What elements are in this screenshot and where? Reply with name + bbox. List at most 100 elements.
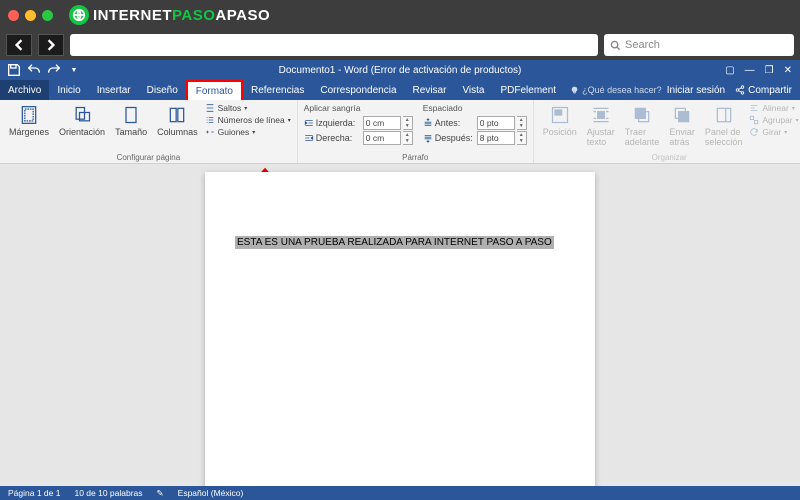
breaks-button[interactable]: Saltos▾ bbox=[205, 103, 291, 113]
columns-label: Columnas bbox=[157, 127, 198, 137]
group-page-setup-title: Configurar página bbox=[6, 152, 291, 162]
indent-left-field: Izquierda: 0 cm ▲▼ bbox=[304, 116, 413, 130]
tell-me[interactable]: ¿Qué desea hacer? bbox=[570, 80, 662, 100]
rotate-button[interactable]: Girar▾ bbox=[749, 127, 798, 137]
group-button[interactable]: Agrupar▾ bbox=[749, 115, 798, 125]
breaks-icon bbox=[205, 103, 215, 113]
indent-left-spinner[interactable]: ▲▼ bbox=[403, 116, 413, 130]
status-language[interactable]: Español (México) bbox=[178, 488, 244, 498]
ribbon-tabs: Archivo Inicio Insertar Diseño Formato R… bbox=[0, 80, 800, 100]
minimize-traffic-light[interactable] bbox=[25, 10, 36, 21]
status-page[interactable]: Página 1 de 1 bbox=[8, 488, 60, 498]
tab-mailings[interactable]: Correspondencia bbox=[312, 80, 404, 100]
browser-navbar: Search bbox=[0, 30, 800, 60]
share-icon bbox=[735, 85, 745, 95]
search-box[interactable]: Search bbox=[604, 34, 794, 56]
position-button[interactable]: Posición bbox=[540, 103, 580, 149]
group-label: Agrupar bbox=[762, 115, 792, 125]
front-icon bbox=[632, 105, 652, 125]
line-numbers-button[interactable]: Números de línea▾ bbox=[205, 115, 291, 125]
back-label: Enviar atrás bbox=[669, 127, 695, 147]
tab-pdfelement[interactable]: PDFelement bbox=[493, 80, 565, 100]
close-button[interactable]: ✕ bbox=[784, 65, 792, 76]
maximize-traffic-light[interactable] bbox=[42, 10, 53, 21]
spacing-before-field: Antes: 0 pto ▲▼ bbox=[423, 116, 527, 130]
tab-design[interactable]: Diseño bbox=[139, 80, 186, 100]
wrap-text-button[interactable]: Ajustar texto bbox=[584, 103, 618, 149]
tab-file[interactable]: Archivo bbox=[0, 80, 49, 100]
spacing-after-field: Después: 8 pto ▲▼ bbox=[423, 131, 527, 145]
bulb-icon bbox=[570, 86, 579, 95]
selection-pane-button[interactable]: Panel de selección bbox=[702, 103, 746, 149]
ribbon: Márgenes Orientación Tamaño Columnas Sal… bbox=[0, 100, 800, 164]
forward-button[interactable] bbox=[38, 34, 64, 56]
orientation-button[interactable]: Orientación bbox=[56, 103, 108, 139]
line-numbers-icon bbox=[205, 115, 215, 125]
status-spellcheck-icon[interactable]: ✎ bbox=[157, 488, 164, 499]
redo-icon[interactable] bbox=[46, 62, 62, 78]
spacing-after-icon bbox=[423, 133, 433, 143]
close-traffic-light[interactable] bbox=[8, 10, 19, 21]
search-icon bbox=[610, 40, 621, 51]
breaks-label: Saltos bbox=[218, 103, 242, 113]
tab-insert[interactable]: Insertar bbox=[89, 80, 139, 100]
size-button[interactable]: Tamaño bbox=[112, 103, 150, 139]
orientation-label: Orientación bbox=[59, 127, 105, 137]
columns-icon bbox=[167, 105, 187, 125]
tab-view[interactable]: Vista bbox=[454, 80, 492, 100]
spacing-before-input[interactable]: 0 pto bbox=[477, 116, 515, 130]
margins-button[interactable]: Márgenes bbox=[6, 103, 52, 139]
tab-references[interactable]: Referencias bbox=[243, 80, 312, 100]
margins-icon bbox=[19, 105, 39, 125]
back-button[interactable] bbox=[6, 34, 32, 56]
back-icon bbox=[672, 105, 692, 125]
qat-dropdown-icon[interactable]: ▼ bbox=[66, 62, 82, 78]
tab-home[interactable]: Inicio bbox=[49, 80, 88, 100]
rotate-label: Girar bbox=[762, 127, 781, 137]
document-area[interactable]: ESTA ES UNA PRUEBA REALIZADA PARA INTERN… bbox=[0, 164, 800, 486]
columns-button[interactable]: Columnas bbox=[154, 103, 201, 139]
ribbon-options-icon[interactable]: ▢ bbox=[725, 65, 734, 76]
bring-forward-button[interactable]: Traer adelante bbox=[622, 103, 663, 149]
tab-layout[interactable]: Formato bbox=[186, 80, 243, 100]
spacing-heading: Espaciado bbox=[423, 103, 527, 113]
document-page[interactable]: ESTA ES UNA PRUEBA REALIZADA PARA INTERN… bbox=[205, 172, 595, 486]
indent-right-icon bbox=[304, 133, 314, 143]
browser-titlebar: INTERNET PASO APASO bbox=[0, 0, 800, 30]
spacing-after-input[interactable]: 8 pto bbox=[477, 131, 515, 145]
signin-link[interactable]: Iniciar sesión bbox=[667, 85, 725, 96]
rotate-icon bbox=[749, 127, 759, 137]
hyphenation-button[interactable]: Guiones▾ bbox=[205, 127, 291, 137]
front-label: Traer adelante bbox=[625, 127, 660, 147]
selected-text[interactable]: ESTA ES UNA PRUEBA REALIZADA PARA INTERN… bbox=[235, 236, 554, 249]
logo-text-b: PASO bbox=[172, 7, 215, 24]
spacing-after-label: Después: bbox=[435, 133, 475, 143]
group-paragraph: Aplicar sangría Izquierda: 0 cm ▲▼ Derec… bbox=[298, 100, 534, 163]
minimize-button[interactable]: — bbox=[745, 65, 755, 76]
spacing-after-spinner[interactable]: ▲▼ bbox=[517, 131, 527, 145]
save-icon[interactable] bbox=[6, 62, 22, 78]
indent-right-input[interactable]: 0 cm bbox=[363, 131, 401, 145]
spacing-before-spinner[interactable]: ▲▼ bbox=[517, 116, 527, 130]
indent-heading: Aplicar sangría bbox=[304, 103, 413, 113]
maximize-button[interactable]: ❐ bbox=[765, 65, 774, 76]
group-arrange: Posición Ajustar texto Traer adelante En… bbox=[534, 100, 800, 163]
undo-icon[interactable] bbox=[26, 62, 42, 78]
url-bar[interactable] bbox=[70, 34, 598, 56]
window-title: Documento1 - Word (Error de activación d… bbox=[279, 65, 522, 76]
indent-left-input[interactable]: 0 cm bbox=[363, 116, 401, 130]
align-button[interactable]: Alinear▾ bbox=[749, 103, 798, 113]
word-titlebar: ▼ Documento1 - Word (Error de activación… bbox=[0, 60, 800, 80]
send-backward-button[interactable]: Enviar atrás bbox=[666, 103, 698, 149]
group-paragraph-title: Párrafo bbox=[304, 152, 527, 162]
wrap-icon bbox=[591, 105, 611, 125]
align-label: Alinear bbox=[762, 103, 788, 113]
status-words[interactable]: 10 de 10 palabras bbox=[74, 488, 142, 498]
hyphenation-icon bbox=[205, 127, 215, 137]
site-logo: INTERNET PASO APASO bbox=[69, 5, 270, 25]
indent-right-spinner[interactable]: ▲▼ bbox=[403, 131, 413, 145]
hyphenation-label: Guiones bbox=[218, 127, 250, 137]
tab-review[interactable]: Revisar bbox=[405, 80, 455, 100]
share-button[interactable]: Compartir bbox=[735, 85, 792, 96]
indent-right-field: Derecha: 0 cm ▲▼ bbox=[304, 131, 413, 145]
